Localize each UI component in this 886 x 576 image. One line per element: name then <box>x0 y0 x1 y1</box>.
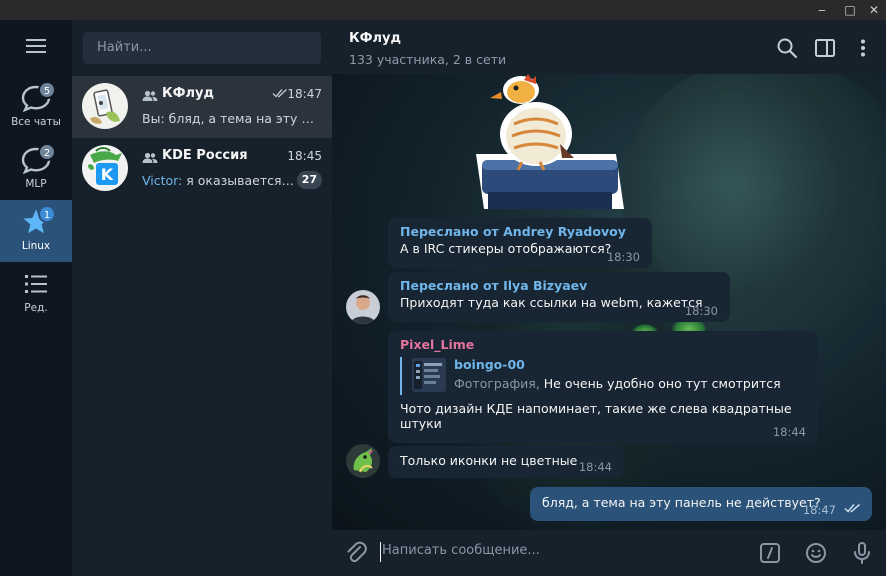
forwarded-label: Переслано от Andrey Ryadovoy <box>400 224 626 239</box>
search-icon[interactable] <box>776 37 798 59</box>
chat-preview: Victor: я оказывается у меня всё так <box>142 173 296 188</box>
chat-header[interactable]: КФлуд 133 участника, 2 в сети <box>332 20 886 74</box>
group-icon <box>142 90 158 101</box>
outgoing-message-bubble[interactable]: бляд, а тема на эту панель не действует?… <box>530 487 872 521</box>
chat-time: 18:47 <box>287 87 322 101</box>
chat-title: КФлуд <box>349 31 402 46</box>
group-icon <box>142 152 158 163</box>
chat-name: КФлуд <box>162 86 215 101</box>
folders-sidebar: 5 Все чаты 2 MLP 1 Linux Ред. <box>0 20 72 576</box>
folder-badge: 1 <box>38 205 56 223</box>
message-composer: Написать сообщение... <box>332 530 886 576</box>
main-menu-button[interactable] <box>0 20 72 72</box>
message-time: 18:47 <box>802 503 836 517</box>
search-input[interactable]: Найти... <box>83 32 321 64</box>
folder-linux[interactable]: 1 Linux <box>0 200 72 262</box>
folder-badge: 5 <box>38 81 56 99</box>
chat-item-kflud[interactable]: КФлуд 18:47 Вы: бляд, а тема на эту пане… <box>72 76 332 138</box>
message-author: Pixel_Lime <box>400 337 475 352</box>
hamburger-icon <box>26 39 46 53</box>
folder-all-chats[interactable]: 5 Все чаты <box>0 76 72 138</box>
preview-sender: Victor: <box>142 173 183 188</box>
unread-badge: 27 <box>296 171 322 189</box>
window-titlebar: ‒ □ ✕ <box>0 0 886 20</box>
folder-badge: 2 <box>38 143 56 161</box>
message-text: Приходят туда как ссылки на webm, кажетс… <box>400 295 703 310</box>
bot-command-icon[interactable] <box>758 541 782 565</box>
user-avatar[interactable] <box>346 290 380 324</box>
folder-label: Все чаты <box>11 116 61 128</box>
svg-text:K: K <box>101 165 114 184</box>
folder-label: MLP <box>25 178 47 190</box>
microphone-icon[interactable] <box>850 541 874 565</box>
message-bubble[interactable]: Pixel_Lime boingo-00 Фотография, Не очен… <box>388 331 818 443</box>
chat-view: КФлуд 133 участника, 2 в сети Переслано … <box>332 20 886 576</box>
chat-preview: Вы: бляд, а тема на эту панель не действ… <box>142 111 322 126</box>
reply-text: Фотография, Не очень удобно оно тут смот… <box>454 376 781 391</box>
paperclip-icon[interactable] <box>344 541 368 565</box>
user-avatar[interactable] <box>346 444 380 478</box>
chat-wallpaper: Переслано от Andrey Ryadovoy А в IRC сти… <box>332 74 886 530</box>
message-bubble[interactable]: Переслано от Andrey Ryadovoy А в IRC сти… <box>388 218 652 268</box>
chat-avatar <box>82 83 128 129</box>
more-vertical-icon[interactable] <box>852 37 874 59</box>
folder-label: Linux <box>21 240 51 252</box>
message-time: 18:44 <box>578 460 612 474</box>
message-text: А в IRC стикеры отображаются? <box>400 241 612 256</box>
dragon-avatar-image <box>346 444 380 478</box>
reply-author: boingo-00 <box>454 357 525 372</box>
message-bubble[interactable]: Переслано от Ilya Bizyaev Приходят туда … <box>388 272 730 322</box>
maximize-button[interactable]: □ <box>838 0 862 20</box>
forwarded-label: Переслано от Ilya Bizyaev <box>400 278 588 293</box>
message-time: 18:30 <box>606 250 640 264</box>
double-check-icon <box>844 503 860 513</box>
chat-item-kde-russia[interactable]: K KDE Россия 18:45 Victor: я оказывается… <box>72 138 332 200</box>
chat-name: KDE Россия <box>162 148 248 163</box>
message-input[interactable]: Написать сообщение... <box>382 543 540 558</box>
message-time: 18:44 <box>772 425 806 439</box>
sidebar-toggle-icon[interactable] <box>814 37 836 59</box>
kflud-avatar-icon <box>82 83 128 129</box>
chat-list-panel: Найти... КФлуд 18:47 Вы: бляд, а тема на… <box>72 20 332 576</box>
kde-avatar-icon: K <box>82 145 128 191</box>
chat-subtitle: 133 участника, 2 в сети <box>349 52 507 67</box>
chat-avatar: K <box>82 145 128 191</box>
message-time: 18:30 <box>684 304 718 318</box>
folder-mlp[interactable]: 2 MLP <box>0 138 72 200</box>
close-button[interactable]: ✕ <box>862 0 886 20</box>
text-caret <box>380 542 381 562</box>
screenshot-thumbnail-image <box>412 358 446 392</box>
message-text: Чото дизайн КДЕ напоминает, такие же сле… <box>400 401 792 431</box>
folder-label: Ред. <box>24 302 48 314</box>
list-icon <box>25 275 47 293</box>
chat-time: 18:45 <box>287 149 322 163</box>
message-bubble[interactable]: Только иконки не цветные 18:44 <box>388 446 624 478</box>
double-check-icon <box>272 88 287 98</box>
emoji-icon[interactable] <box>804 541 828 565</box>
folder-edit[interactable]: Ред. <box>0 262 72 324</box>
bird-sticker-image <box>476 74 624 209</box>
reply-thumbnail <box>412 358 446 392</box>
user-avatar-image <box>346 290 380 324</box>
reply-preview[interactable]: boingo-00 Фотография, Не очень удобно он… <box>400 357 806 395</box>
minimize-button[interactable]: ‒ <box>810 0 834 20</box>
